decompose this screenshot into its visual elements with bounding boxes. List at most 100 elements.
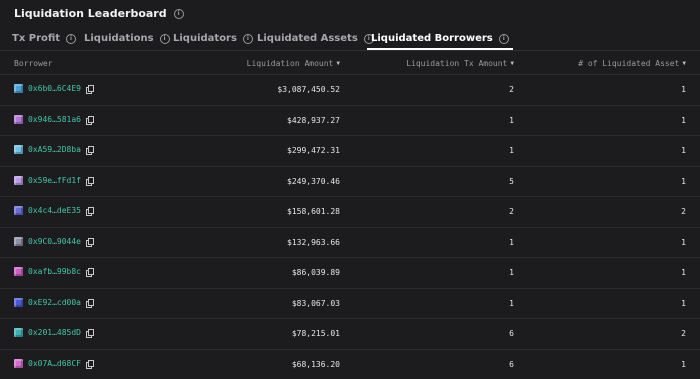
tab-liquidations[interactable]: Liquidations i [84, 33, 170, 44]
table-row[interactable]: 0x9C0…9044e$132,963.6611 [0, 227, 700, 258]
borrower-address-link[interactable]: 0xafb…99b8c [28, 267, 81, 276]
liquidation-amount-cell: $428,937.27 [287, 116, 340, 125]
borrower-address-link[interactable]: 0x946…581a6 [28, 115, 81, 124]
copy-icon[interactable] [86, 85, 93, 92]
liquidation-amount-cell: $3,087,450.52 [277, 85, 340, 94]
borrower-cell: 0x6b0…6C4E9 [14, 84, 93, 93]
header-liquidated-asset-count[interactable]: # of Liquidated Asset ▼ [578, 59, 686, 68]
table-row[interactable]: 0x946…581a6 $428,937.27 1 1 [0, 105, 700, 136]
header-label: # of Liquidated Asset [578, 59, 679, 68]
borrower-address-link[interactable]: 0x6b0…6C4E9 [28, 84, 81, 93]
header-liquidation-amount[interactable]: Liquidation Amount ▼ [247, 59, 340, 68]
copy-icon[interactable] [86, 299, 93, 306]
info-icon[interactable]: i [243, 34, 253, 44]
liquidated-asset-count-cell: 1 [681, 299, 686, 308]
tab-divider [0, 50, 700, 51]
table-row[interactable]: 0xE92…cd00a $83,067.03 1 1 [0, 288, 700, 319]
liquidation-tx-count-cell: 2 [509, 85, 514, 94]
liquidated-asset-count-cell: 1 [681, 360, 686, 369]
copy-icon[interactable] [86, 329, 93, 336]
borrower-cell: 0xafb…99b8c [14, 267, 93, 276]
table-row[interactable]: 0x59e…fFd1f $249,370.46 5 1 [0, 166, 700, 197]
sort-caret-icon: ▼ [682, 60, 686, 67]
tab-label: Tx Profit [12, 33, 60, 44]
borrower-cell: 0x4c4…deE35 [14, 206, 93, 215]
copy-icon[interactable] [86, 116, 93, 123]
tab-tx-profit[interactable]: Tx Profit i [12, 33, 76, 44]
tab-label: Liquidators [173, 33, 237, 44]
liquidation-tx-count-cell: 5 [509, 177, 514, 186]
info-icon[interactable]: i [160, 34, 170, 44]
liquidation-tx-count-cell: 6 [509, 360, 514, 369]
liquidation-tx-count-cell: 1 [509, 116, 514, 125]
table-row[interactable]: 0x4c4…deE35$158,601.2822 [0, 196, 700, 227]
borrower-address-link[interactable]: 0x9C0…9044e [28, 237, 81, 246]
info-icon[interactable]: i [66, 34, 76, 44]
liquidated-asset-count-cell: 2 [681, 207, 686, 216]
copy-icon[interactable] [86, 268, 93, 275]
avatar [14, 359, 23, 368]
tab-liquidated-assets[interactable]: Liquidated Assets i [257, 33, 374, 44]
header-label: Borrower [14, 59, 53, 68]
table-row[interactable]: 0xA59…2D8ba$299,472.3111 [0, 135, 700, 166]
avatar [14, 267, 23, 276]
liquidated-asset-count-cell: 1 [681, 268, 686, 277]
avatar [14, 206, 23, 215]
liquidation-tx-count-cell: 1 [509, 238, 514, 247]
borrower-address-link[interactable]: 0xE92…cd00a [28, 298, 81, 307]
tab-label: Liquidations [84, 33, 154, 44]
liquidation-tx-count-cell: 1 [509, 299, 514, 308]
borrower-address-link[interactable]: 0x59e…fFd1f [28, 176, 81, 185]
liquidation-amount-cell: $68,136.20 [292, 360, 340, 369]
avatar [14, 328, 23, 337]
liquidation-amount-cell: $249,370.46 [287, 177, 340, 186]
liquidation-tx-count-cell: 1 [509, 268, 514, 277]
table-header: Borrower Liquidation Amount ▼ Liquidatio… [0, 52, 700, 74]
liquidation-amount-cell: $83,067.03 [292, 299, 340, 308]
copy-icon[interactable] [86, 238, 93, 245]
header-borrower: Borrower [14, 59, 53, 68]
tab-label: Liquidated Assets [257, 33, 358, 44]
tab-liquidated-borrowers[interactable]: Liquidated Borrowers i [371, 33, 509, 44]
table-row[interactable]: 0x07A…d68CF $68,136.20 6 1 [0, 349, 700, 379]
borrower-cell: 0xA59…2D8ba [14, 145, 93, 154]
borrower-address-link[interactable]: 0x07A…d68CF [28, 359, 81, 368]
liquidated-asset-count-cell: 1 [681, 177, 686, 186]
copy-icon[interactable] [86, 360, 93, 367]
borrower-cell: 0x201…485dD [14, 328, 93, 337]
liquidation-tx-count-cell: 6 [509, 329, 514, 338]
avatar [14, 84, 23, 93]
table-row[interactable]: 0x201…485dD$78,215.0162 [0, 318, 700, 349]
copy-icon[interactable] [86, 177, 93, 184]
borrower-cell: 0x07A…d68CF [14, 359, 93, 368]
liquidated-asset-count-cell: 1 [681, 116, 686, 125]
avatar [14, 237, 23, 246]
tab-label: Liquidated Borrowers [371, 33, 493, 44]
avatar [14, 298, 23, 307]
table-row[interactable]: 0xafb…99b8c $86,039.89 1 1 [0, 257, 700, 288]
borrowers-table: Borrower Liquidation Amount ▼ Liquidatio… [0, 52, 700, 379]
liquidated-asset-count-cell: 1 [681, 146, 686, 155]
borrower-cell: 0x59e…fFd1f [14, 176, 93, 185]
borrower-cell: 0x9C0…9044e [14, 237, 93, 246]
info-icon[interactable]: i [499, 34, 509, 44]
liquidated-asset-count-cell: 1 [681, 85, 686, 94]
borrower-address-link[interactable]: 0x201…485dD [28, 328, 81, 337]
page-title: Liquidation Leaderboard [14, 7, 167, 20]
liquidated-asset-count-cell: 1 [681, 238, 686, 247]
table-row[interactable]: 0x6b0…6C4E9 $3,087,450.52 2 1 [0, 74, 700, 105]
header-liquidation-tx-amount[interactable]: Liquidation Tx Amount ▼ [406, 59, 514, 68]
avatar [14, 115, 23, 124]
borrower-address-link[interactable]: 0xA59…2D8ba [28, 145, 81, 154]
sort-caret-icon: ▼ [510, 60, 514, 67]
copy-icon[interactable] [86, 146, 93, 153]
borrower-cell: 0x946…581a6 [14, 115, 93, 124]
tab-liquidators[interactable]: Liquidators i [173, 33, 253, 44]
copy-icon[interactable] [86, 207, 93, 214]
liquidation-amount-cell: $86,039.89 [292, 268, 340, 277]
borrower-address-link[interactable]: 0x4c4…deE35 [28, 206, 81, 215]
borrower-cell: 0xE92…cd00a [14, 298, 93, 307]
liquidation-amount-cell: $299,472.31 [287, 146, 340, 155]
avatar [14, 145, 23, 154]
info-icon[interactable]: i [174, 9, 184, 19]
